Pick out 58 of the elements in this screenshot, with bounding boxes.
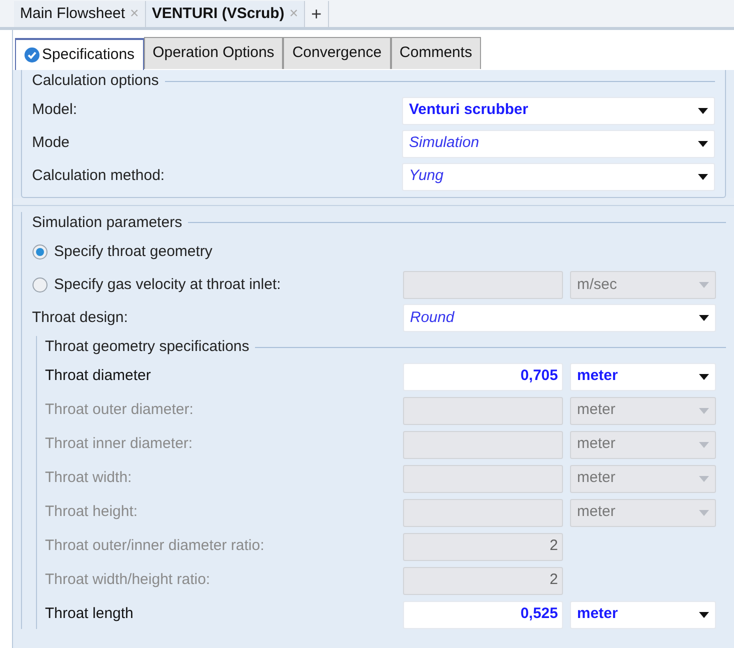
dropdown[interactable]: meter xyxy=(570,396,716,424)
field-label: Throat length xyxy=(45,604,134,624)
field-label: Throat outer/inner diameter ratio: xyxy=(45,536,264,556)
dropdown-arrow-icon xyxy=(699,282,709,288)
input-field[interactable] xyxy=(403,498,563,526)
dropdown-arrow-icon xyxy=(699,510,709,516)
radio-label[interactable]: Specify gas velocity at throat inlet: xyxy=(54,274,281,296)
dropdown-arrow-icon xyxy=(698,174,708,180)
dropdown[interactable]: Round xyxy=(403,304,716,332)
dropdown-arrow-icon xyxy=(698,108,708,114)
input-field[interactable] xyxy=(403,430,563,458)
tab[interactable]: Convergence xyxy=(283,37,391,69)
radio-button[interactable] xyxy=(32,244,48,260)
field-label: Throat inner diameter: xyxy=(45,434,193,454)
dropdown[interactable]: Simulation xyxy=(402,130,715,158)
field-label: Throat height: xyxy=(45,502,138,522)
dropdown[interactable]: meter xyxy=(570,498,716,526)
field-label: Throat width/height ratio: xyxy=(45,570,210,590)
dropdown[interactable]: meter xyxy=(570,600,716,628)
dropdown[interactable]: m/sec xyxy=(570,271,716,299)
dropdown-arrow-icon xyxy=(699,612,709,618)
tab[interactable]: Comments xyxy=(390,37,482,69)
checkmark-icon xyxy=(24,47,40,63)
dropdown[interactable]: meter xyxy=(570,430,716,458)
document-tab[interactable]: VENTURI (VScrub) × xyxy=(146,1,306,27)
dropdown[interactable]: meter xyxy=(570,362,716,390)
input-field[interactable] xyxy=(403,271,563,299)
field-label: Mode xyxy=(32,133,70,154)
document-tab[interactable]: Main Flowsheet × xyxy=(14,1,146,27)
group-title: Calculation options xyxy=(32,71,159,91)
dropdown-arrow-icon xyxy=(699,374,709,380)
dropdown[interactable]: Yung xyxy=(402,162,715,190)
input-field[interactable]: 0,705 xyxy=(403,362,563,390)
field-label: Model: xyxy=(32,100,78,120)
dropdown-arrow-icon xyxy=(699,476,709,482)
group-title: Throat geometry specifications xyxy=(45,337,250,357)
dropdown-arrow-icon xyxy=(699,315,709,321)
tab[interactable]: Operation Options xyxy=(144,37,284,69)
dropdown-arrow-icon xyxy=(699,408,709,414)
add-tab-button[interactable]: + xyxy=(305,1,329,27)
input-field[interactable]: 2 xyxy=(403,532,563,560)
tab[interactable]: Specifications xyxy=(15,38,144,70)
input-field[interactable]: 0,525 xyxy=(403,600,563,628)
input-field[interactable] xyxy=(403,464,563,492)
field-label: Throat design: xyxy=(32,308,128,328)
dropdown-arrow-icon xyxy=(698,140,708,146)
field-label: Throat outer diameter: xyxy=(45,400,194,420)
input-field[interactable] xyxy=(403,396,563,424)
field-label: Calculation method: xyxy=(32,166,165,186)
group-title: Simulation parameters xyxy=(32,212,182,232)
dropdown[interactable]: Venturi scrubber xyxy=(402,96,715,124)
field-label: Throat width: xyxy=(45,468,132,488)
dropdown-arrow-icon xyxy=(699,442,709,448)
dropdown[interactable]: meter xyxy=(570,464,716,492)
input-field[interactable]: 2 xyxy=(403,566,563,594)
radio-label[interactable]: Specify throat geometry xyxy=(54,240,212,264)
radio-button[interactable] xyxy=(32,277,48,293)
field-label: Throat diameter xyxy=(45,366,151,386)
